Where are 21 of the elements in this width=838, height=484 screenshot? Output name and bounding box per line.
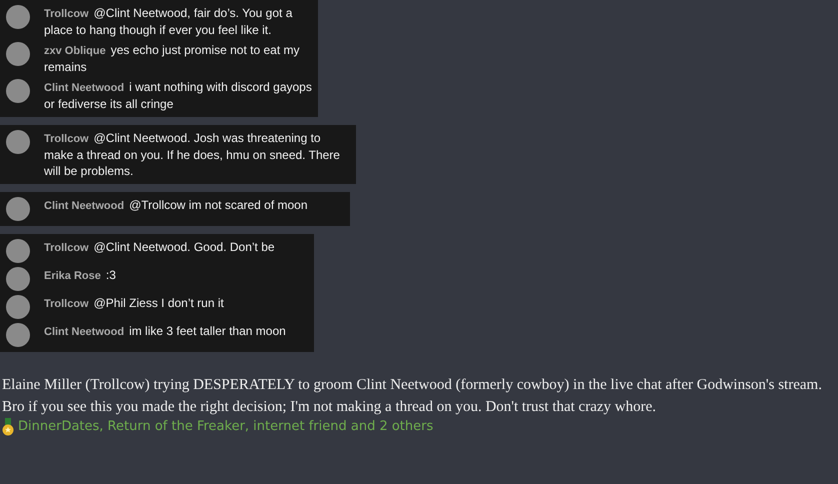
avatar: [6, 79, 30, 103]
avatar: [6, 323, 30, 347]
post-text: Elaine Miller (Trollcow) trying DESPERATELY to groom Clint Neetwood (formerly cowboy) in the live chat after Godwinson's stream.: [1, 376, 823, 395]
chat-message: Trollcow @Clint Neetwood. Good. Don’t be: [44, 239, 275, 256]
chat-message: Trollcow @Clint Neetwood. Josh was threatening to make a thread on you. If he does, hmu on sneed. There will be problems.: [44, 130, 341, 179]
avatar: [6, 5, 30, 29]
chat-message: Clint Neetwood @Trollcow im not scared of moon: [44, 197, 308, 214]
avatar: [6, 295, 30, 319]
medal-icon: [2, 418, 14, 436]
reactions-link[interactable]: DinnerDates, Return of the Freaker, internet friend and 2 others: [18, 418, 434, 436]
chat-message: Trollcow @Phil Ziess I don’t run it: [44, 295, 224, 312]
chat-message: Trollcow @Clint Neetwood, fair do’s. You got a place to hang though if ever you feel like it.: [44, 5, 294, 38]
chat-message: Clint Neetwood im like 3 feet taller than moon: [44, 323, 286, 340]
avatar: [6, 197, 30, 221]
chat-message: Clint Neetwood i want nothing with discord gayops or fediverse its all cringe: [44, 79, 312, 112]
chat-message: Erika Rose :3: [44, 267, 116, 284]
avatar: [6, 42, 30, 66]
avatar: [6, 130, 30, 154]
avatar: [6, 267, 30, 291]
avatar: [6, 239, 30, 263]
post-text: Bro if you see this you made the right decision; I'm not making a thread on you. Don't trust that crazy whore.: [1, 398, 658, 417]
